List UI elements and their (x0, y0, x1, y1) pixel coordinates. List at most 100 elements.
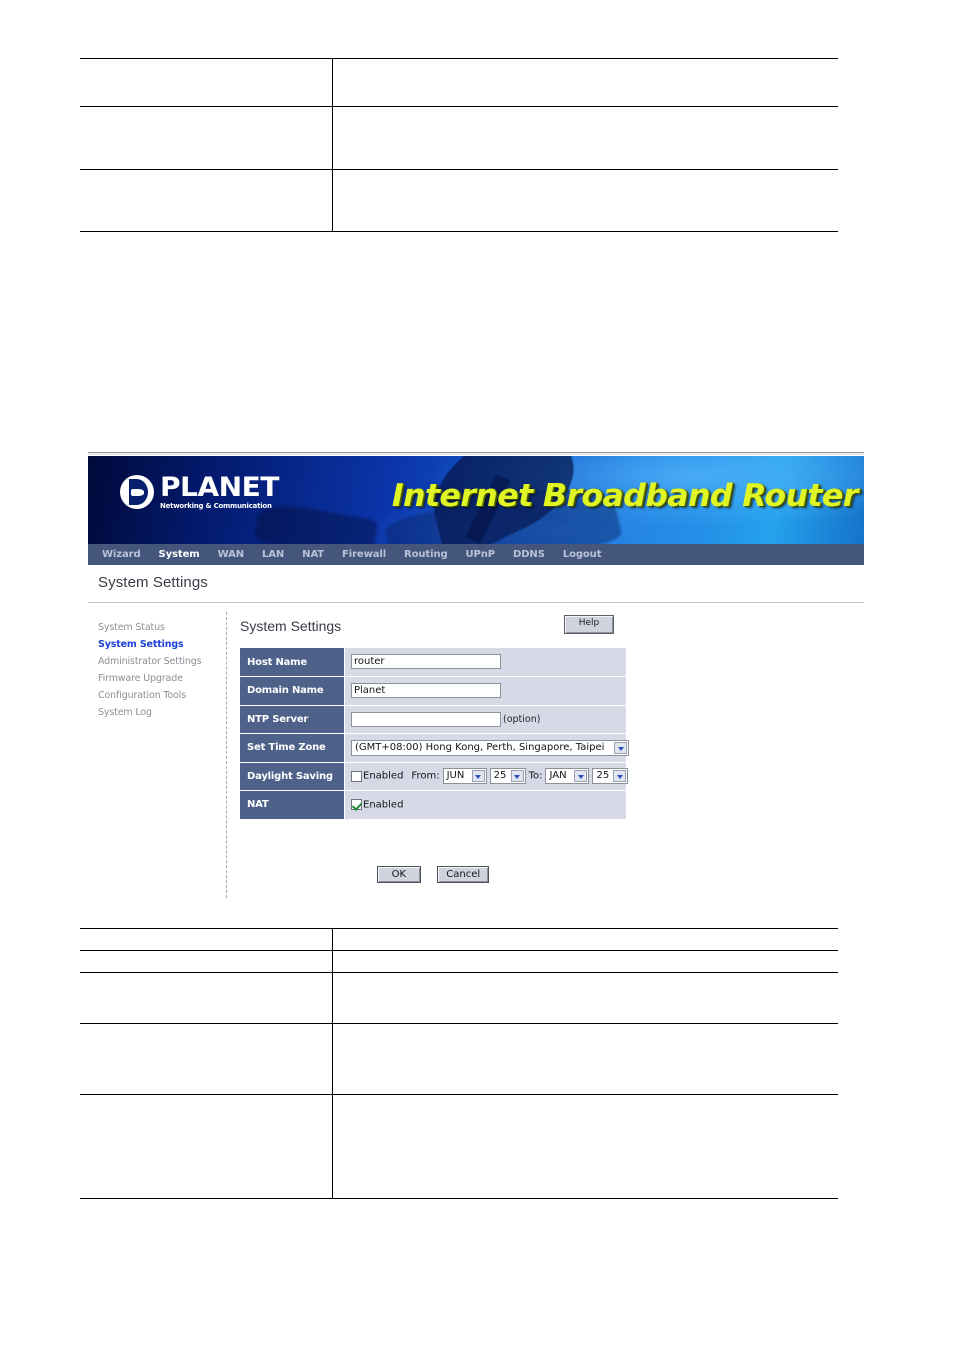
chevron-down-icon (471, 770, 485, 783)
help-button[interactable]: Help (564, 615, 614, 634)
settings-panel: System Settings Help Host Name Domain Na… (240, 612, 740, 820)
daylight-saving-enabled-label: Enabled (363, 770, 404, 782)
table-cell-description (332, 928, 838, 951)
nav-item-ddns[interactable]: DDNS (513, 549, 545, 560)
nav-item-lan[interactable]: LAN (262, 549, 284, 560)
table-cell-description (332, 1094, 838, 1199)
table-row (80, 169, 838, 232)
table-cell-label (80, 928, 333, 951)
cancel-button[interactable]: Cancel (437, 866, 490, 883)
table-row (80, 58, 838, 107)
form-actions: OK Cancel (240, 864, 626, 883)
chevron-down-icon (510, 770, 524, 783)
document-table-top (80, 58, 838, 232)
form-row-daylight-saving: Daylight Saving Enabled From: JUN 25 To: JAN 2… (240, 762, 629, 791)
sidebar-item-administrator-settings[interactable]: Administrator Settings (98, 653, 216, 670)
sidebar-item-system-settings[interactable]: System Settings (98, 636, 216, 653)
system-settings-form: Host Name Domain Name NTP Se (240, 648, 629, 820)
sidebar-item-system-status[interactable]: System Status (98, 619, 216, 636)
nav-item-nat[interactable]: NAT (302, 549, 324, 560)
nav-item-wan[interactable]: WAN (218, 549, 244, 560)
table-row (80, 928, 838, 951)
value-ntp-server: (option) (344, 705, 626, 734)
domain-name-input[interactable] (351, 683, 501, 699)
table-cell-label (80, 972, 333, 1024)
value-nat: Enabled (344, 790, 626, 820)
table-row (80, 972, 838, 1024)
logo-text: PLANET Networking & Communication (160, 474, 279, 510)
ntp-server-input[interactable] (351, 711, 501, 727)
daylight-saving-checkbox[interactable] (351, 770, 362, 782)
table-cell-label (80, 1094, 333, 1199)
value-daylight-saving: Enabled From: JUN 25 To: JAN 25 (344, 762, 629, 791)
table-cell-description (332, 106, 838, 170)
nav-item-routing[interactable]: Routing (404, 549, 448, 560)
nav-item-wizard[interactable]: Wizard (102, 549, 141, 560)
label-nat: NAT (240, 790, 345, 820)
main-navigation: Wizard System WAN LAN NAT Firewall Routi… (88, 544, 864, 565)
chevron-down-icon (574, 770, 588, 783)
nat-checkbox[interactable] (351, 799, 362, 811)
chevron-down-icon (614, 741, 627, 754)
table-row (80, 950, 838, 973)
table-cell-description (332, 58, 838, 107)
sidebar-divider (226, 612, 227, 898)
table-row (80, 1023, 838, 1095)
screenshot-top-edge (88, 452, 864, 455)
table-row (80, 106, 838, 170)
table-cell-label (80, 169, 333, 232)
panel-title: System Settings (240, 618, 342, 634)
ntp-option-note: (option) (503, 713, 541, 725)
chevron-down-icon (613, 770, 627, 783)
router-admin-screenshot: PLANET Networking & Communication Intern… (88, 452, 864, 902)
form-row-host-name: Host Name (240, 648, 626, 677)
table-row (80, 1094, 838, 1199)
daylight-to-day-value: 25 (596, 770, 610, 782)
daylight-from-month-value: JUN (446, 770, 465, 782)
form-row-nat: NAT Enabled (240, 790, 626, 820)
sidebar-item-configuration-tools[interactable]: Configuration Tools (98, 687, 216, 704)
planet-logo: PLANET Networking & Communication (120, 474, 279, 510)
label-daylight-saving: Daylight Saving (240, 762, 345, 791)
system-sidebar: System Status System Settings Administra… (98, 619, 216, 721)
nav-item-firewall[interactable]: Firewall (342, 549, 386, 560)
ok-button[interactable]: OK (376, 866, 421, 883)
table-cell-description (332, 950, 838, 973)
product-banner: PLANET Networking & Communication Intern… (88, 456, 864, 544)
value-host-name (344, 648, 626, 677)
label-set-time-zone: Set Time Zone (240, 733, 345, 763)
daylight-to-day-select[interactable]: 25 (592, 768, 629, 785)
nat-enabled-label: Enabled (363, 799, 404, 811)
table-cell-label (80, 106, 333, 170)
panel-header: System Settings Help (240, 612, 740, 646)
value-set-time-zone: (GMT+08:00) Hong Kong, Perth, Singapore,… (344, 733, 629, 763)
planet-globe-icon (120, 475, 154, 509)
table-cell-label (80, 1023, 333, 1095)
time-zone-selected-value: (GMT+08:00) Hong Kong, Perth, Singapore,… (355, 741, 605, 753)
table-cell-label (80, 950, 333, 973)
sidebar-item-system-log[interactable]: System Log (98, 704, 216, 721)
daylight-from-day-select[interactable]: 25 (489, 768, 526, 785)
brand-name: PLANET (160, 472, 279, 503)
daylight-from-label: From: (411, 770, 440, 782)
time-zone-select[interactable]: (GMT+08:00) Hong Kong, Perth, Singapore,… (351, 739, 629, 756)
label-host-name: Host Name (240, 648, 345, 677)
product-title: Internet Broadband Router (392, 478, 859, 514)
form-row-domain-name: Domain Name (240, 676, 626, 706)
nav-item-system[interactable]: System (159, 549, 200, 560)
sidebar-item-firmware-upgrade[interactable]: Firmware Upgrade (98, 670, 216, 687)
nav-item-upnp[interactable]: UPnP (466, 549, 496, 560)
form-row-ntp-server: NTP Server (option) (240, 705, 626, 734)
host-name-input[interactable] (351, 654, 501, 670)
table-cell-label (80, 58, 333, 107)
daylight-from-day-value: 25 (493, 770, 507, 782)
document-table-bottom (80, 928, 838, 1199)
daylight-to-label: To: (528, 770, 543, 782)
daylight-to-month-select[interactable]: JAN (545, 768, 590, 785)
content-area: System Status System Settings Administra… (88, 612, 864, 898)
title-divider (88, 602, 864, 603)
label-ntp-server: NTP Server (240, 705, 345, 734)
daylight-from-month-select[interactable]: JUN (442, 768, 487, 785)
nav-item-logout[interactable]: Logout (563, 549, 602, 560)
table-cell-description (332, 1023, 838, 1095)
